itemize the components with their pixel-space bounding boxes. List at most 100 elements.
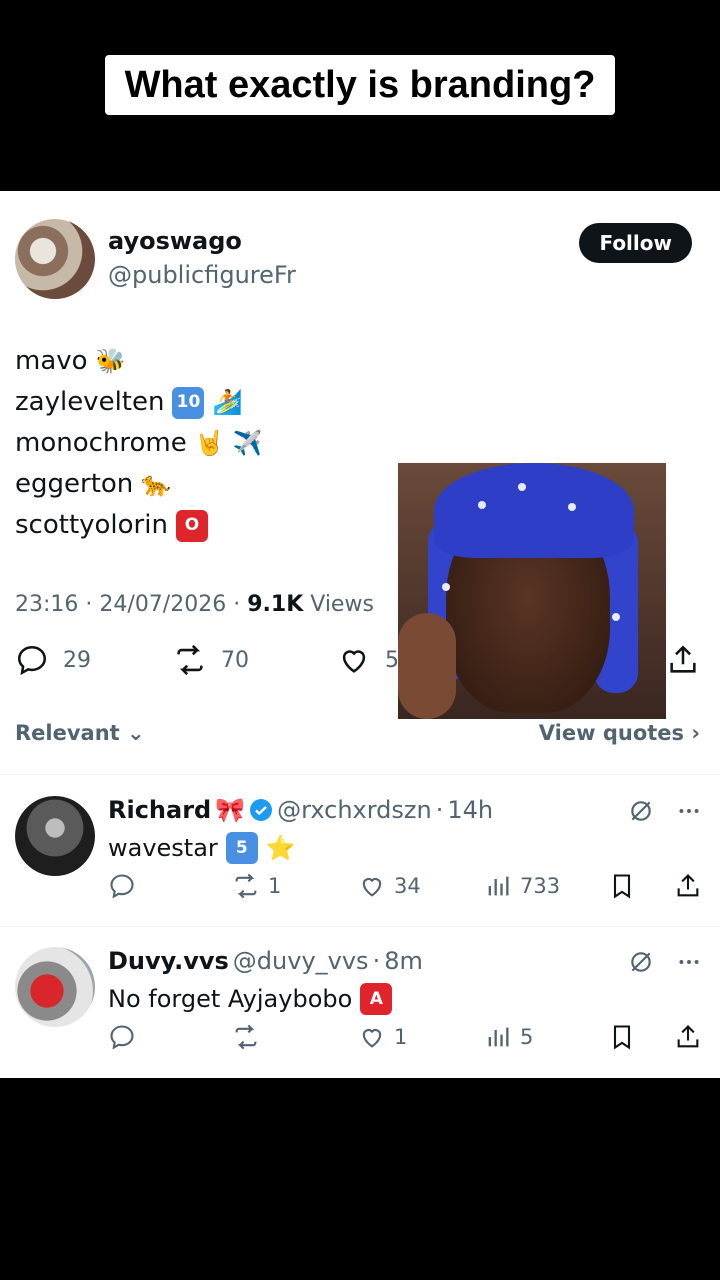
airplane-emoji-icon: ✈️ [232,429,263,457]
tweet-line: mavo 🐝 [15,341,263,382]
follow-button[interactable]: Follow [579,223,692,263]
reply-like-count: 1 [394,1025,408,1049]
repost-icon [235,873,257,899]
bandana-pattern-dot [568,503,576,511]
author-handle[interactable]: @publicfigureFr [108,261,296,289]
tweet-author: ayoswago @publicfigureFr Follow [15,219,692,301]
reply-bookmark-action[interactable] [608,1023,636,1051]
reply-reply-action[interactable] [108,1023,136,1051]
reply-repost-count: 1 [268,874,282,898]
tweet-card: ayoswago @publicfigureFr Follow mavo 🐝 z… [0,191,720,1078]
view-quotes-link[interactable]: View quotes › [539,721,700,745]
reply-like-action[interactable]: 1 [358,1023,407,1051]
repost-icon [235,1024,257,1050]
reply-author-name[interactable]: Richard [108,796,211,824]
video-caption: What exactly is branding? [104,55,616,115]
heart-icon [342,650,366,673]
reply-repost-action[interactable] [232,1023,260,1051]
tweet-line-text: scottyolorin [15,510,168,540]
reply-header: Richard 🎀 @rxchxrdszn · 14h [108,796,494,824]
tweet-line-text: eggerton [15,469,134,499]
blue-bandana [434,463,634,558]
reply-time: 14h [447,796,494,824]
tweet-meta: 23:16 · 24/07/2026 · 9.1K Views [15,592,374,617]
reply-item[interactable]: Duvy.vvs @duvy_vvs · 8m No forget Ayjayb… [15,947,702,1078]
tweet-views-count: 9.1K [247,592,304,617]
share-icon [670,645,696,673]
tweet-line-text: monochrome [15,428,187,458]
reply-author-handle: @duvy_vvs [232,947,369,975]
bee-emoji-icon: 🐝 [95,347,126,375]
reply-share-action[interactable] [674,872,702,900]
reply-header: Duvy.vvs @duvy_vvs · 8m [108,947,423,975]
keycap-ten-icon: 10 [172,386,205,419]
keycap-five-icon: 5 [225,832,258,864]
tweet-date: 24/07/2026 [99,592,227,617]
divider [0,774,720,775]
person-hand [398,613,456,719]
reply-repost-action[interactable]: 1 [232,872,281,900]
share-action[interactable] [666,643,700,677]
bar-chart-icon [488,876,509,896]
heart-icon [362,1029,382,1048]
reply-like-action[interactable]: 34 [358,872,421,900]
reply-avatar[interactable] [15,796,95,876]
chevron-down-icon: ⌄ [127,721,145,745]
reply-text: No forget Ayjaybobo A [108,983,393,1015]
author-name[interactable]: ayoswago [108,227,242,255]
bookmark-icon [613,874,631,899]
bandana-pattern-dot [612,613,620,621]
reply-share-action[interactable] [674,1023,702,1051]
author-avatar[interactable] [15,219,95,299]
heart-icon [362,878,382,897]
chevron-right-icon: › [691,721,700,745]
reply-body: No forget Ayjaybobo [108,985,353,1013]
reply-icon [110,874,134,899]
share-icon [677,1025,699,1048]
bandana-pattern-dot [478,501,486,509]
replies-filter-row: Relevant ⌄ View quotes › [15,721,700,751]
reply-action[interactable]: 29 [15,643,91,677]
o-button-icon: O [175,509,208,542]
reply-like-count: 34 [394,874,421,898]
reply-icon [17,645,47,676]
reply-avatar[interactable] [15,947,95,1027]
grok-icon[interactable] [628,798,654,824]
a-button-icon: A [360,983,393,1015]
bar-chart-icon [488,1027,509,1047]
tweet-line: scottyolorin O [15,505,263,546]
reply-item[interactable]: Richard 🎀 @rxchxrdszn · 14h wavestar 5 ⭐… [15,796,702,936]
reply-time: 8m [384,947,423,975]
tweet-line: zaylevelten 10 🏄 [15,382,263,423]
repost-action[interactable]: 70 [173,643,249,677]
reply-author-handle: @rxchxrdszn [277,796,432,824]
star-emoji-icon: ⭐ [265,834,296,862]
tweet-line: eggerton 🐆 [15,464,263,505]
reply-views-action[interactable]: 5 [484,1023,533,1051]
more-options-icon[interactable] [676,798,702,824]
verified-badge-icon [250,799,273,821]
reply-top-icons [628,798,702,824]
reply-count: 29 [63,647,91,673]
reply-body: wavestar [108,834,218,862]
leopard-emoji-icon: 🐆 [141,470,172,498]
caption-container: What exactly is branding? [0,55,720,115]
reply-author-name[interactable]: Duvy.vvs [108,947,229,975]
tweet-body: mavo 🐝 zaylevelten 10 🏄 monochrome 🤘 ✈️ … [15,341,263,546]
tweet-views-label: Views [310,592,374,617]
grok-icon[interactable] [628,949,654,975]
reply-icon [110,1025,134,1050]
reply-views-count: 733 [520,874,561,898]
reply-actions: 1 34 733 [108,872,702,906]
reaction-video-overlay [398,463,666,719]
reply-top-icons [628,949,702,975]
sort-dropdown[interactable]: Relevant ⌄ [15,721,145,745]
reply-bookmark-action[interactable] [608,872,636,900]
ribbon-emoji-icon: 🎀 [215,796,246,824]
more-options-icon[interactable] [676,949,702,975]
reply-views-action[interactable]: 733 [484,872,560,900]
sort-label: Relevant [15,721,120,745]
divider [0,926,720,927]
reply-actions: 1 5 [108,1023,702,1057]
reply-reply-action[interactable] [108,872,136,900]
